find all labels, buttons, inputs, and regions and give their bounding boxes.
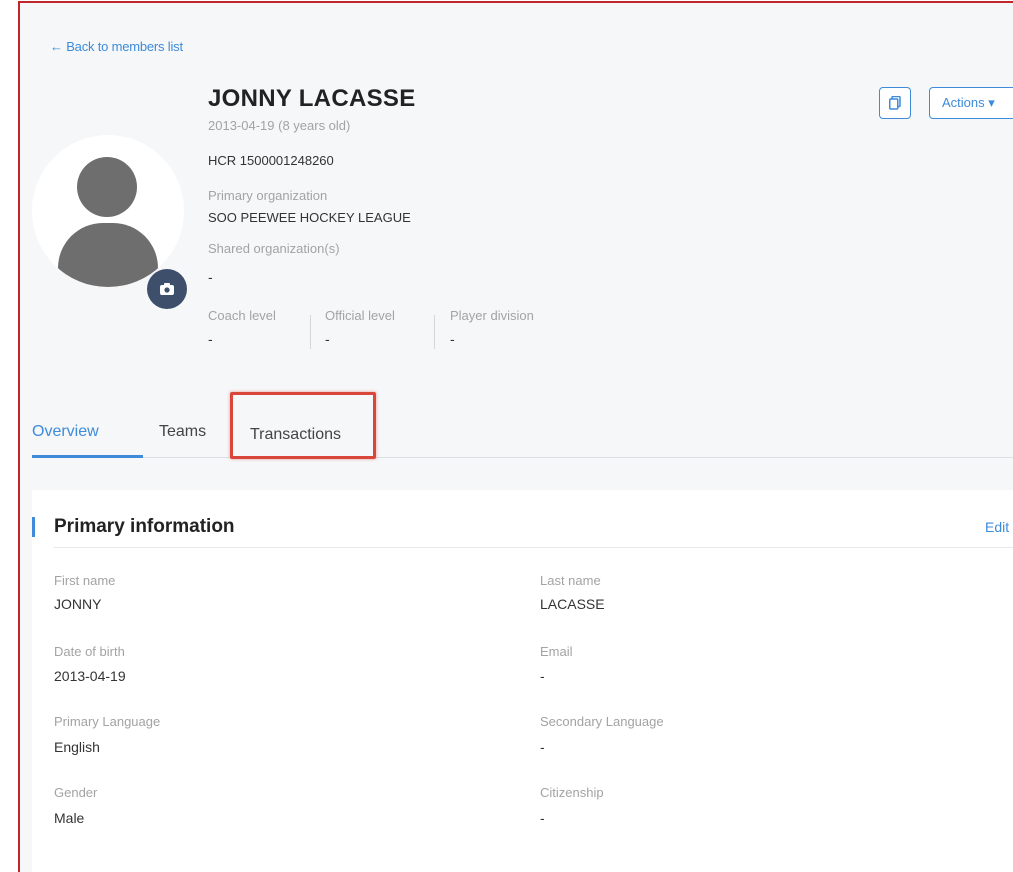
last-name-label: Last name — [540, 573, 601, 588]
active-tab-indicator — [32, 455, 143, 458]
secondary-language-value: - — [540, 739, 545, 755]
camera-icon — [160, 283, 174, 295]
member-dob: 2013-04-19 (8 years old) — [208, 118, 351, 133]
back-to-members-link[interactable]: ← Back to members list — [50, 39, 183, 54]
gender-label: Gender — [54, 785, 98, 800]
hcr-number: HCR 1500001248260 — [208, 153, 334, 168]
section-accent-bar — [32, 517, 35, 537]
email-label: Email — [540, 644, 573, 659]
avatar-head-icon — [77, 157, 137, 217]
last-name-value: LACASSE — [540, 596, 605, 612]
primary-org-label: Primary organization — [208, 188, 328, 203]
section-divider — [54, 547, 1013, 548]
copy-button[interactable] — [879, 87, 911, 119]
section-title: Primary information — [54, 516, 235, 537]
primary-information-card: Primary information Edit First name JONN… — [32, 490, 1013, 872]
tabs-divider — [32, 457, 1013, 458]
avatar — [32, 135, 184, 287]
secondary-language-label: Secondary Language — [540, 714, 664, 729]
change-photo-button[interactable] — [147, 269, 187, 309]
shared-org-value: - — [208, 269, 213, 285]
player-division-value: - — [450, 331, 455, 347]
shared-org-label: Shared organization(s) — [208, 241, 340, 256]
member-profile-page: ← Back to members list JONNY LACASSE 201… — [18, 1, 1013, 872]
coach-level-label: Coach level — [208, 308, 276, 323]
tab-transactions[interactable]: Transactions — [230, 392, 376, 459]
email-value: - — [540, 668, 545, 684]
primary-org-value: SOO PEEWEE HOCKEY LEAGUE — [208, 210, 411, 225]
citizenship-value: - — [540, 810, 545, 826]
member-name: JONNY LACASSE — [208, 85, 416, 112]
primary-language-value: English — [54, 739, 100, 755]
official-level-value: - — [325, 331, 330, 347]
level-divider — [310, 315, 311, 349]
copy-icon — [889, 96, 901, 110]
level-divider — [434, 315, 435, 349]
dob-label: Date of birth — [54, 644, 125, 659]
gender-value: Male — [54, 810, 85, 826]
dob-value: 2013-04-19 — [54, 668, 126, 684]
citizenship-label: Citizenship — [540, 785, 604, 800]
first-name-label: First name — [54, 573, 116, 588]
tab-teams[interactable]: Teams — [159, 423, 206, 441]
primary-language-label: Primary Language — [54, 714, 161, 729]
avatar-body-icon — [58, 223, 158, 287]
actions-dropdown-button[interactable]: Actions ▾ — [929, 87, 1013, 119]
first-name-value: JONNY — [54, 596, 102, 612]
tab-overview[interactable]: Overview — [32, 423, 99, 441]
coach-level-value: - — [208, 331, 213, 347]
edit-link[interactable]: Edit — [985, 519, 1009, 535]
player-division-label: Player division — [450, 308, 534, 323]
official-level-label: Official level — [325, 308, 395, 323]
tab-transactions-label: Transactions — [250, 426, 341, 443]
